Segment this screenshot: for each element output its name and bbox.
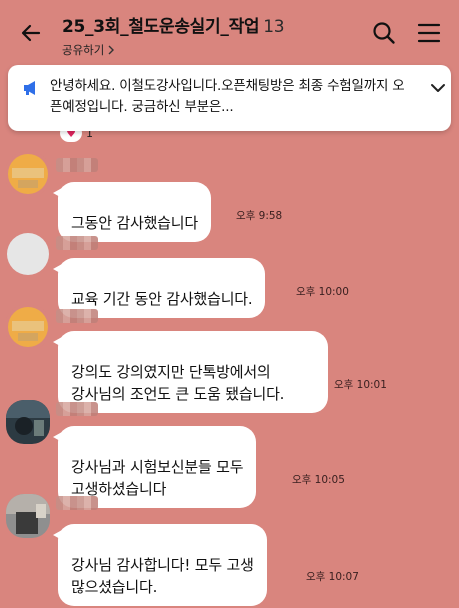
chat-title-area: 25_3회_철도운송실기_작업 13 공유하기: [62, 12, 285, 58]
avatar[interactable]: [6, 152, 50, 196]
photo-avatar-icon: [6, 400, 50, 444]
chat-header: 25_3회_철도운송실기_작업 13 공유하기: [0, 0, 459, 62]
chevron-down-icon[interactable]: [428, 78, 448, 98]
share-label: 공유하기: [62, 43, 105, 57]
sender-name-blurred: [56, 496, 98, 510]
avatar[interactable]: [6, 494, 50, 538]
emoji-face-icon: [6, 152, 50, 196]
message-time: 오후 10:01: [334, 379, 387, 391]
megaphone-icon: [24, 81, 35, 95]
avatar[interactable]: [6, 305, 50, 349]
message-text: 강사님과 시험보신분들 모두 고생하셨습니다: [71, 458, 244, 498]
emoji-face-icon: [6, 305, 50, 349]
photo-avatar-icon: [6, 494, 50, 538]
message-text: 강의도 강의였지만 단톡방에서의 강사님의 조언도 큰 도움 됐습니다.: [71, 363, 285, 403]
message-time: 오후 9:58: [236, 210, 283, 222]
avatar[interactable]: [6, 232, 50, 276]
search-icon: [373, 22, 395, 44]
hamburger-menu-icon: [417, 23, 441, 43]
message-text: 교육 기간 동안 감사했습니다.: [71, 290, 253, 308]
search-button[interactable]: [371, 20, 397, 46]
notice-banner[interactable]: 안녕하세요. 이철도강사입니다.오픈채팅방은 최종 수험일까지 오픈예정입니다.…: [8, 65, 451, 131]
message-time: 오후 10:07: [306, 571, 359, 583]
message-time: 오후 10:00: [296, 286, 349, 298]
room-name: 25_3회_철도운송실기_작업: [62, 17, 260, 37]
share-button[interactable]: 공유하기: [62, 42, 115, 58]
arrow-left-icon: [21, 24, 41, 42]
sender-name-blurred: [56, 402, 98, 416]
room-title[interactable]: 25_3회_철도운송실기_작업 13: [62, 12, 285, 37]
message-time: 오후 10:05: [292, 474, 345, 486]
message-bubble[interactable]: 강의도 강의였지만 단톡방에서의 강사님의 조언도 큰 도움 됐습니다.: [53, 331, 328, 413]
sender-name-blurred: [56, 309, 98, 323]
message-bubble[interactable]: 강사님 감사합니다! 모두 고생 많으셨습니다.: [53, 524, 267, 606]
sender-name-blurred: [56, 236, 98, 250]
notice-text: 안녕하세요. 이철도강사입니다.오픈채팅방은 최종 수험일까지 오픈예정입니다.…: [50, 78, 405, 115]
default-profile-icon: [6, 232, 50, 276]
message-text: 그동안 감사했습니다: [71, 214, 198, 232]
message-text: 강사님 감사합니다! 모두 고생 많으셨습니다.: [71, 556, 254, 596]
avatar[interactable]: [6, 400, 50, 444]
menu-button[interactable]: [416, 20, 442, 46]
member-count: 13: [263, 17, 285, 37]
chevron-right-icon: [108, 45, 115, 55]
sender-name-blurred: [56, 158, 98, 172]
back-button[interactable]: [14, 16, 48, 50]
message-bubble[interactable]: 그동안 감사했습니다: [53, 182, 211, 242]
